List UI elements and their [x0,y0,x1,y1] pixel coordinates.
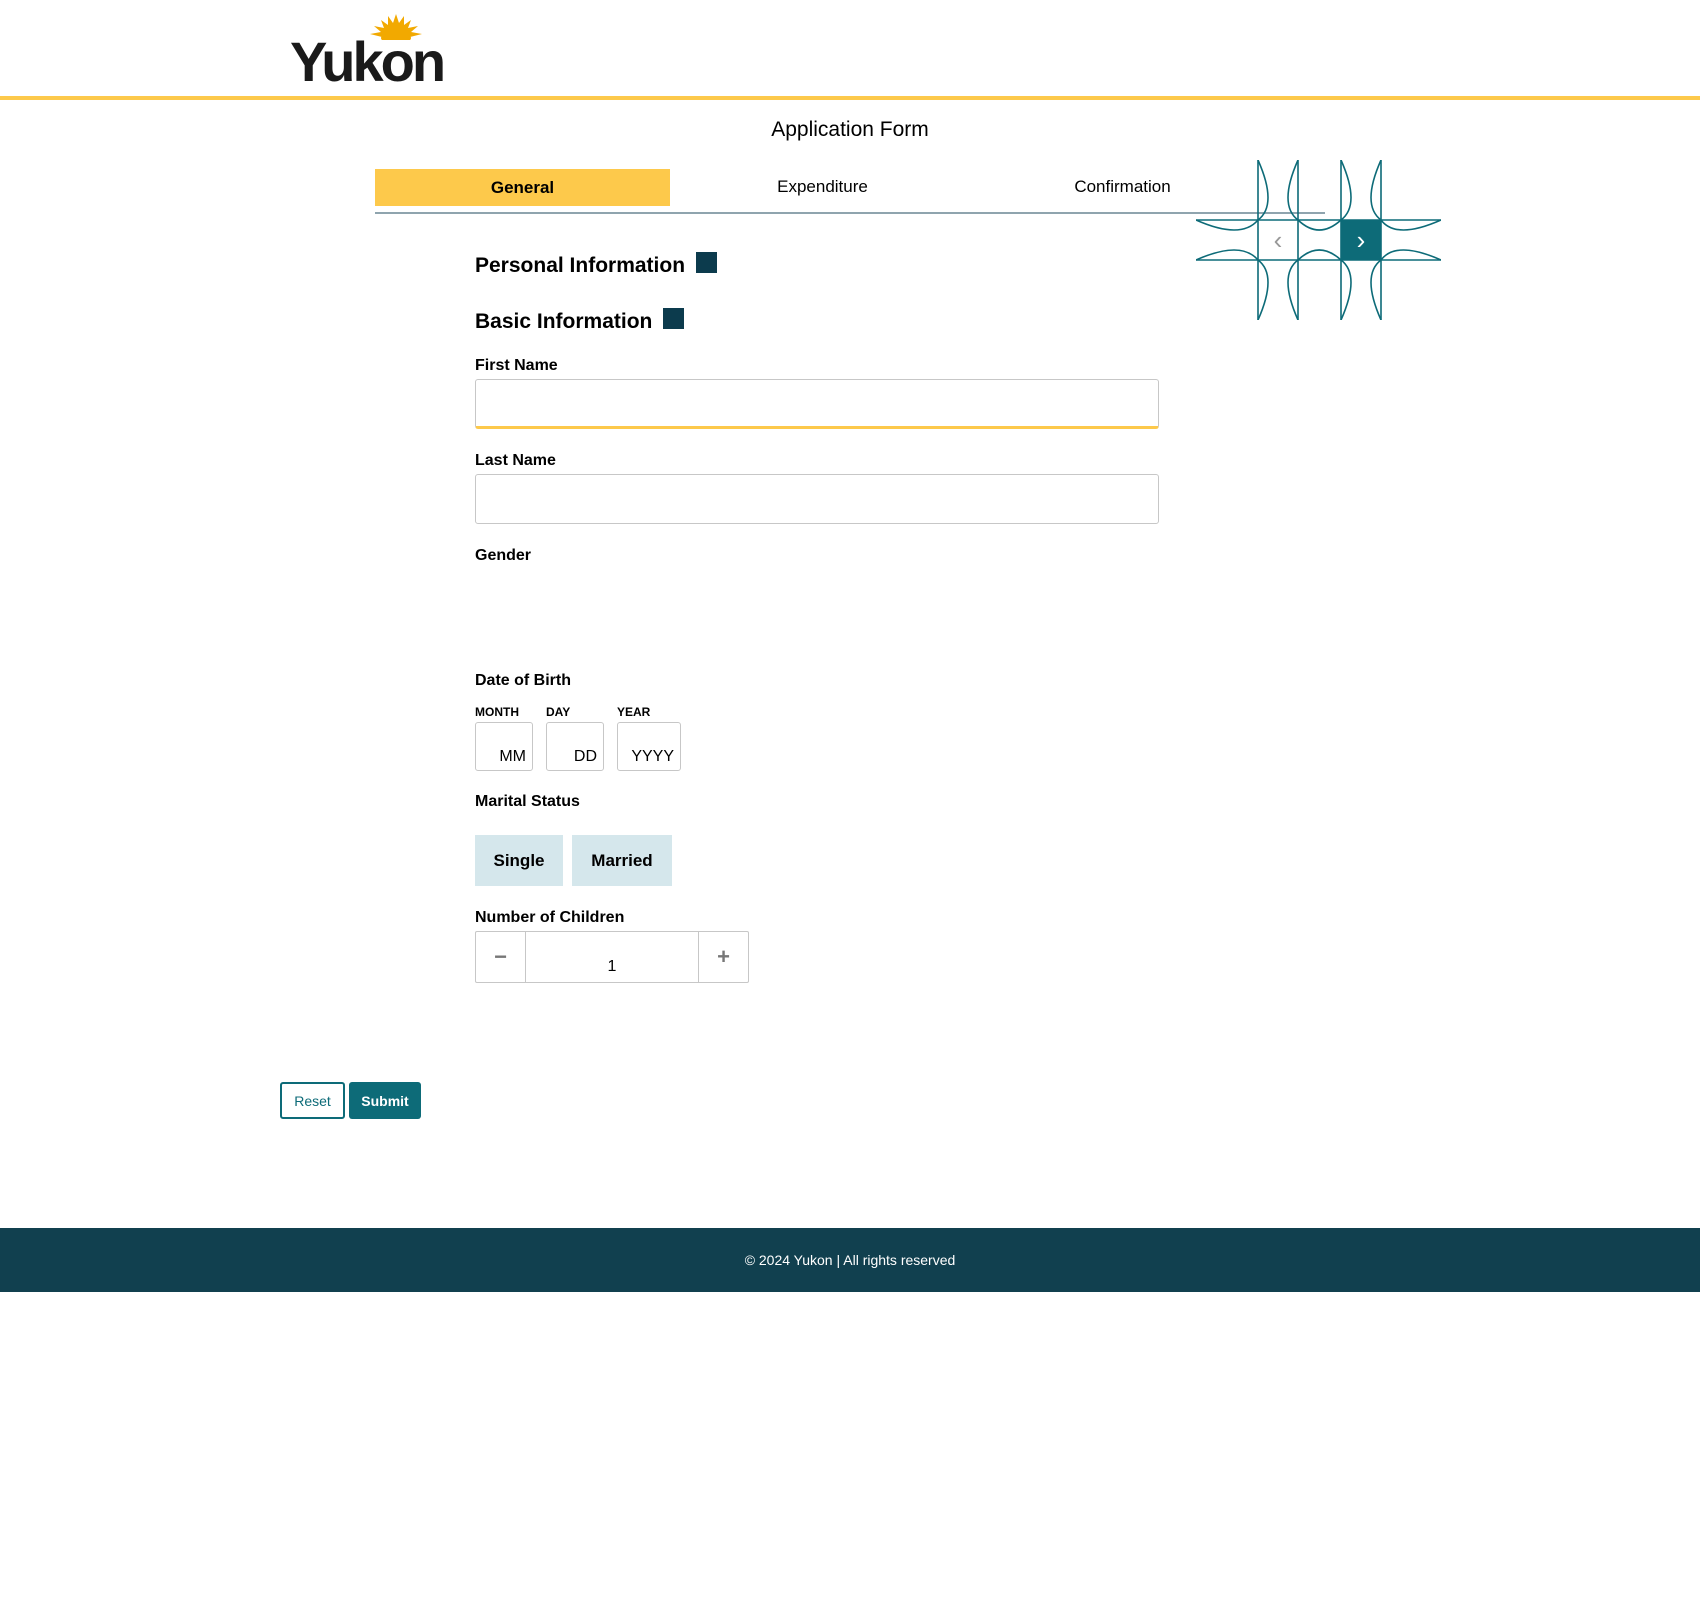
ornament-graphic [1196,160,1441,320]
children-stepper: − 1 + [475,931,749,983]
site-header: Yukon [0,0,1700,100]
first-name-input[interactable] [475,379,1159,429]
children-count-value[interactable]: 1 [526,932,698,982]
carousel-next-button[interactable]: › [1341,220,1381,260]
minus-icon: − [494,944,507,969]
page-title: Application Form [771,118,929,141]
personal-information-heading: Personal Information [475,251,718,278]
plus-icon: + [717,944,730,969]
number-of-children-label: Number of Children [475,909,625,926]
decrement-button[interactable]: − [476,932,526,982]
reset-button[interactable]: Reset [280,1082,345,1119]
increment-button[interactable]: + [698,932,748,982]
month-input[interactable]: MM [475,722,533,771]
chevron-right-icon: › [1356,224,1366,255]
carousel-prev-button[interactable]: ‹ [1258,220,1298,260]
date-of-birth-label: Date of Birth [475,672,571,689]
logo-text: Yukon [290,30,446,93]
day-label: DAY [546,705,571,719]
marital-status-label: Marital Status [475,793,580,810]
marital-single-button[interactable]: Single [475,835,563,886]
yukon-logo[interactable]: Yukon [290,14,450,90]
year-label: YEAR [617,705,651,719]
tab-expenditure[interactable]: Expenditure [675,168,970,205]
marital-married-button[interactable]: Married [572,835,672,886]
footer-copyright: © 2024 Yukon | All rights reserved [744,1252,956,1268]
basic-information-heading: Basic Information [475,307,685,334]
chevron-left-icon: ‹ [1273,224,1283,255]
year-input[interactable]: YYYY [617,722,681,771]
submit-button[interactable]: Submit [349,1082,421,1119]
section-marker-icon [663,307,685,329]
tab-general[interactable]: General [375,169,670,206]
last-name-label: Last Name [475,452,556,469]
carousel-overlay: ‹ › [1196,160,1441,320]
gender-label: Gender [475,547,532,564]
site-footer: © 2024 Yukon | All rights reserved [0,1228,1700,1292]
month-label: MONTH [475,705,519,719]
first-name-label: First Name [475,357,558,374]
basic-information-title: Basic Information [475,310,653,333]
form-tabs: General Expenditure Confirmation [375,168,1325,214]
day-input[interactable]: DD [546,722,604,771]
section-marker-icon [696,251,718,273]
personal-information-title: Personal Information [475,254,686,277]
last-name-input[interactable] [475,474,1159,524]
